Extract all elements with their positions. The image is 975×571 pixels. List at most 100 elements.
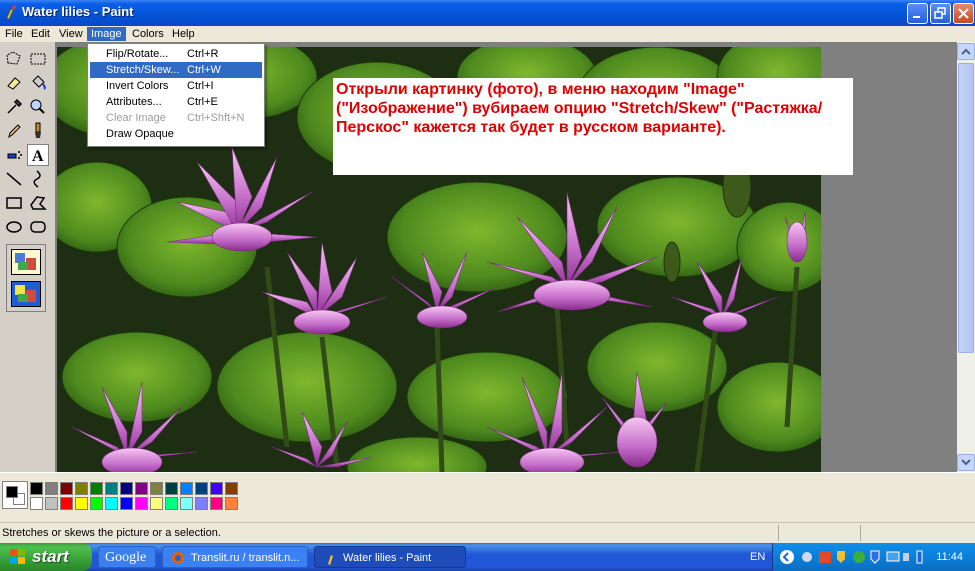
restore-icon bbox=[934, 7, 946, 19]
palette-swatch[interactable] bbox=[150, 497, 163, 510]
title-bar[interactable]: Water lilies - Paint bbox=[0, 0, 975, 26]
transparent-background-icon bbox=[15, 285, 36, 302]
close-icon bbox=[958, 8, 969, 19]
menu-help[interactable]: Help bbox=[168, 27, 199, 41]
palette-swatch[interactable] bbox=[75, 497, 88, 510]
annotation-text: Открыли картинку (фото), в меню находим … bbox=[333, 78, 853, 175]
chevron-down-icon bbox=[961, 459, 971, 466]
menu-image[interactable]: Image bbox=[87, 27, 126, 41]
free-select-icon[interactable] bbox=[3, 48, 25, 70]
chevron-up-icon bbox=[961, 48, 971, 55]
menu-draw-opaque[interactable]: Draw Opaque bbox=[90, 126, 262, 142]
menu-attributes[interactable]: Attributes... Ctrl+E bbox=[90, 94, 262, 110]
menu-view[interactable]: View bbox=[55, 27, 87, 41]
palette-swatch[interactable] bbox=[30, 497, 43, 510]
paint-icon bbox=[328, 555, 333, 565]
scroll-up-button[interactable] bbox=[957, 43, 975, 60]
start-label: start bbox=[32, 547, 69, 566]
palette-swatch[interactable] bbox=[60, 497, 73, 510]
color-picker-icon[interactable] bbox=[3, 96, 25, 118]
rect-select-icon[interactable] bbox=[27, 48, 49, 70]
foreground-color-swatch bbox=[6, 486, 18, 498]
minimize-icon bbox=[913, 16, 920, 18]
palette-swatch[interactable] bbox=[75, 482, 88, 495]
menu-bar: File Edit View Image Colors Help bbox=[0, 26, 975, 42]
palette-swatch[interactable] bbox=[165, 482, 178, 495]
palette-swatch[interactable] bbox=[180, 482, 193, 495]
rounded-rect-icon[interactable] bbox=[27, 216, 49, 238]
window-title: Water lilies - Paint bbox=[22, 4, 134, 19]
tray-icons bbox=[780, 550, 923, 564]
taskbar-translit[interactable]: Translit.ru / translit.n... bbox=[162, 546, 308, 568]
taskbar-paint[interactable]: Water lilies - Paint bbox=[314, 546, 466, 568]
language-indicator[interactable]: EN bbox=[750, 551, 765, 563]
palette-swatch[interactable] bbox=[120, 497, 133, 510]
ellipse-icon[interactable] bbox=[3, 216, 25, 238]
scroll-down-button[interactable] bbox=[957, 454, 975, 471]
taskbar: start Google Translit.ru / translit.n...… bbox=[0, 543, 975, 571]
palette-swatch[interactable] bbox=[45, 482, 58, 495]
tool-options-box bbox=[6, 244, 46, 312]
menu-clear-image: Clear Image Ctrl+Shft+N bbox=[106, 112, 245, 124]
vertical-scrollbar[interactable] bbox=[957, 42, 975, 472]
menu-colors[interactable]: Colors bbox=[128, 27, 168, 41]
palette-swatch[interactable] bbox=[105, 497, 118, 510]
taskbar-google[interactable]: Google bbox=[98, 546, 156, 568]
palette-swatch[interactable] bbox=[60, 482, 73, 495]
scroll-thumb[interactable] bbox=[958, 63, 974, 353]
pencil-icon[interactable] bbox=[3, 120, 25, 142]
palette-swatch[interactable] bbox=[135, 497, 148, 510]
menu-stretch-skew[interactable]: Stretch/Skew... Ctrl+W bbox=[90, 62, 262, 78]
magnifier-icon[interactable] bbox=[27, 96, 49, 118]
current-colors[interactable] bbox=[2, 481, 28, 509]
palette-swatch[interactable] bbox=[195, 497, 208, 510]
color-palette-bar bbox=[0, 472, 975, 522]
status-pane-size bbox=[860, 525, 970, 541]
palette-swatch[interactable] bbox=[150, 482, 163, 495]
palette-swatch[interactable] bbox=[165, 497, 178, 510]
system-tray: 11:44 bbox=[772, 543, 975, 571]
palette-swatch[interactable] bbox=[45, 497, 58, 510]
restore-button[interactable] bbox=[930, 3, 951, 24]
palette-swatch[interactable] bbox=[135, 482, 148, 495]
menu-flip-rotate[interactable]: Flip/Rotate... Ctrl+R bbox=[90, 46, 262, 62]
brush-icon[interactable] bbox=[27, 120, 49, 142]
opaque-option[interactable] bbox=[11, 249, 41, 275]
palette-swatch[interactable] bbox=[195, 482, 208, 495]
menu-edit[interactable]: Edit bbox=[27, 27, 54, 41]
status-pane-coords bbox=[778, 525, 858, 541]
palette-swatch[interactable] bbox=[225, 497, 238, 510]
windows-logo-icon bbox=[10, 549, 25, 564]
status-text: Stretches or skews the picture or a sele… bbox=[2, 527, 221, 539]
palette-swatch[interactable] bbox=[90, 497, 103, 510]
fill-icon[interactable] bbox=[27, 72, 49, 94]
rectangle-icon[interactable] bbox=[3, 192, 25, 214]
palette-swatch[interactable] bbox=[120, 482, 133, 495]
paint-app-icon bbox=[6, 5, 16, 20]
svg-text:A: A bbox=[32, 148, 44, 165]
polygon-icon[interactable] bbox=[27, 192, 49, 214]
curve-icon[interactable] bbox=[27, 168, 49, 190]
firefox-icon bbox=[172, 552, 184, 564]
image-menu-dropdown: Flip/Rotate... Ctrl+R Stretch/Skew... Ct… bbox=[87, 43, 265, 147]
palette-swatch[interactable] bbox=[210, 497, 223, 510]
menu-invert-colors[interactable]: Invert Colors Ctrl+I bbox=[90, 78, 262, 94]
close-button[interactable] bbox=[953, 3, 974, 24]
palette-swatch[interactable] bbox=[105, 482, 118, 495]
menu-file[interactable]: File bbox=[1, 27, 27, 41]
transparent-option[interactable] bbox=[11, 281, 41, 307]
airbrush-icon[interactable] bbox=[3, 144, 25, 166]
eraser-icon[interactable] bbox=[3, 72, 25, 94]
palette-swatch[interactable] bbox=[90, 482, 103, 495]
palette-swatch[interactable] bbox=[30, 482, 43, 495]
palette-swatch[interactable] bbox=[225, 482, 238, 495]
minimize-button[interactable] bbox=[907, 3, 928, 24]
palette-swatch[interactable] bbox=[180, 497, 193, 510]
start-button[interactable]: start bbox=[0, 543, 92, 571]
clock: 11:44 bbox=[936, 551, 963, 563]
palette-swatch[interactable] bbox=[210, 482, 223, 495]
toolbox: A bbox=[0, 42, 56, 472]
line-icon[interactable] bbox=[3, 168, 25, 190]
text-tool-icon[interactable]: A bbox=[27, 144, 49, 166]
opaque-background-icon bbox=[15, 253, 36, 270]
